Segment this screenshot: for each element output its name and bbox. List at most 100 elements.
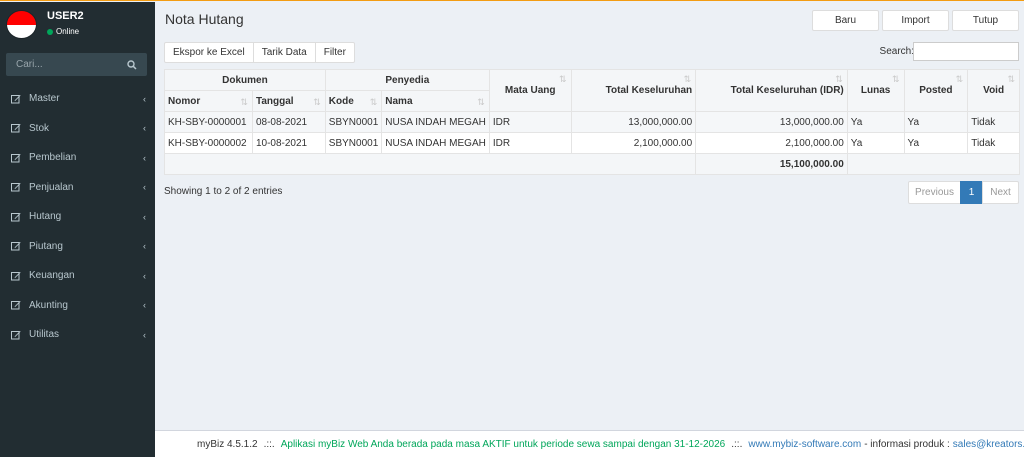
sort-icon: ⇅ (369, 97, 378, 107)
sidebar-item-keuangan[interactable]: Keuangan ‹ (0, 261, 155, 291)
cell-currency: IDR (488, 132, 572, 154)
cell-posted: Ya (903, 132, 969, 154)
column-header-number[interactable]: Nomor ⇅ (164, 90, 253, 112)
footer-spacer (846, 153, 1021, 175)
cell-total: 13,000,000.00 (570, 111, 697, 133)
top-button-group: Baru Import Tutup (812, 10, 1019, 31)
edit-icon (11, 182, 23, 192)
table-search-input[interactable] (913, 42, 1019, 61)
sort-icon: ⇅ (683, 74, 692, 84)
column-header-currency[interactable]: Mata Uang ⇅ (488, 69, 572, 112)
footer-info-label: - informasi produk : (864, 438, 950, 450)
chevron-left-icon: ‹ (143, 329, 146, 340)
table-row[interactable]: KH-SBY-0000001 08-08-2021 SBYN0001 NUSA … (164, 111, 1020, 133)
sort-icon: ⇅ (955, 74, 964, 84)
chevron-left-icon: ‹ (143, 241, 146, 252)
sidebar-item-label: Akunting (29, 299, 68, 311)
sidebar-item-label: Utilitas (29, 329, 60, 341)
new-button[interactable]: Baru (812, 10, 879, 31)
edit-icon (11, 123, 23, 133)
footer-separator: .::. (731, 438, 743, 450)
footer-version: myBiz 4.5.1.2 (197, 438, 258, 450)
cell-void: Tidak (967, 111, 1020, 133)
column-header-posted[interactable]: Posted ⇅ (903, 69, 969, 112)
edit-icon (11, 241, 23, 251)
group-header-document: Dokumen (164, 69, 326, 91)
edit-icon (11, 330, 23, 340)
column-header-void[interactable]: Void ⇅ (967, 69, 1020, 112)
user-panel: USER2 Online (0, 2, 155, 44)
page-1-button[interactable]: 1 (960, 181, 983, 204)
cell-posted: Ya (903, 111, 969, 133)
sort-icon: ⇅ (559, 74, 567, 84)
column-header-code[interactable]: Kode ⇅ (324, 90, 383, 112)
column-header-paid[interactable]: Lunas ⇅ (846, 69, 905, 112)
edit-icon (11, 212, 23, 222)
table-tools: Ekspor ke Excel Tarik Data Filter (164, 42, 355, 63)
cell-date: 10-08-2021 (251, 132, 326, 154)
previous-page-button[interactable]: Previous (908, 181, 961, 204)
main-content: Nota Hutang Baru Import Tutup Ekspor ke … (155, 2, 1024, 430)
next-page-button[interactable]: Next (982, 181, 1019, 204)
pull-data-button[interactable]: Tarik Data (252, 42, 316, 63)
sidebar-item-piutang[interactable]: Piutang ‹ (0, 232, 155, 262)
sort-icon: ⇅ (835, 74, 843, 84)
sidebar-item-stok[interactable]: Stok ‹ (0, 114, 155, 144)
close-button[interactable]: Tutup (952, 10, 1019, 31)
sidebar-item-label: Pembelian (29, 152, 77, 164)
column-header-total[interactable]: Total Keseluruhan ⇅ (570, 69, 697, 112)
sidebar-search-input[interactable] (6, 59, 121, 70)
column-header-date[interactable]: Tanggal ⇅ (251, 90, 326, 112)
import-button[interactable]: Import (882, 10, 949, 31)
chevron-left-icon: ‹ (143, 152, 146, 163)
cell-currency: IDR (488, 111, 572, 133)
footer-license-notice: Aplikasi myBiz Web Anda berada pada masa… (280, 438, 726, 450)
column-header-total-idr[interactable]: Total Keseluruhan (IDR) ⇅ (695, 69, 848, 112)
cell-void: Tidak (967, 132, 1020, 154)
footer-email-link[interactable]: sales@kreators.c (953, 439, 1024, 450)
table-row[interactable]: KH-SBY-0000002 10-08-2021 SBYN0001 NUSA … (164, 132, 1020, 154)
sidebar-item-hutang[interactable]: Hutang ‹ (0, 202, 155, 232)
cell-number: KH-SBY-0000002 (164, 132, 253, 154)
sidebar-item-label: Piutang (29, 240, 63, 252)
footer-website-link[interactable]: www.mybiz-software.com (748, 439, 861, 450)
sidebar-item-penjualan[interactable]: Penjualan ‹ (0, 173, 155, 203)
sidebar: USER2 Online Master ‹ Stok ‹ Pembelian ‹ (0, 2, 155, 457)
user-name: USER2 (47, 10, 84, 22)
edit-icon (11, 271, 23, 281)
column-header-name[interactable]: Nama ⇅ (381, 90, 490, 112)
cell-paid: Ya (846, 132, 905, 154)
sort-icon: ⇅ (477, 97, 485, 107)
online-dot-icon (47, 28, 53, 35)
sidebar-item-utilitas[interactable]: Utilitas ‹ (0, 320, 155, 350)
pagination: Previous 1 Next (908, 181, 1019, 204)
cell-total: 2,100,000.00 (570, 132, 697, 154)
cell-code: SBYN0001 (324, 111, 383, 133)
sidebar-search (6, 53, 147, 76)
sidebar-item-master[interactable]: Master ‹ (0, 84, 155, 114)
sidebar-item-akunting[interactable]: Akunting ‹ (0, 291, 155, 321)
avatar (7, 11, 36, 38)
cell-date: 08-08-2021 (251, 111, 326, 133)
footer-total-idr: 15,100,000.00 (695, 153, 848, 175)
sidebar-item-label: Stok (29, 122, 50, 134)
sort-icon: ⇅ (891, 74, 900, 84)
cell-total-idr: 13,000,000.00 (695, 111, 848, 133)
sidebar-item-label: Hutang (29, 211, 62, 223)
chevron-left-icon: ‹ (143, 300, 146, 311)
footer-spacer (163, 153, 697, 175)
cell-number: KH-SBY-0000001 (164, 111, 253, 133)
filter-button[interactable]: Filter (314, 42, 355, 63)
sidebar-item-pembelian[interactable]: Pembelian ‹ (0, 143, 155, 173)
sort-icon: ⇅ (240, 97, 248, 107)
sidebar-item-label: Keuangan (29, 270, 75, 282)
cell-paid: Ya (846, 111, 905, 133)
export-excel-button[interactable]: Ekspor ke Excel (164, 42, 254, 63)
table-footer-row: 15,100,000.00 (163, 153, 1021, 175)
edit-icon (11, 94, 23, 104)
sort-icon: ⇅ (313, 97, 321, 107)
chevron-left-icon: ‹ (143, 270, 146, 281)
search-icon[interactable] (121, 59, 143, 70)
sidebar-item-label: Master (29, 93, 60, 105)
sort-icon: ⇅ (1007, 74, 1015, 84)
